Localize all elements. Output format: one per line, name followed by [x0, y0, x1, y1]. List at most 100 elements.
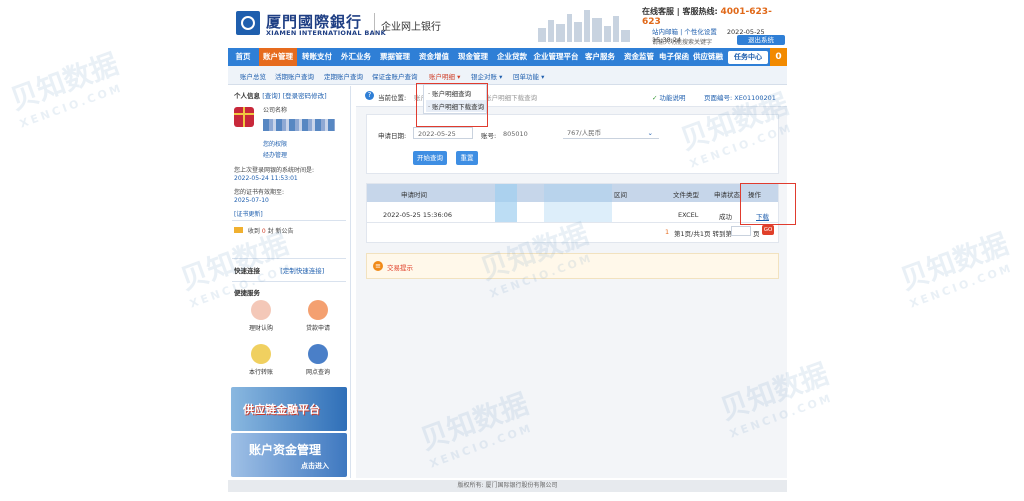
mail-notice[interactable]: 收到 0 封 新公告: [234, 226, 294, 235]
custom-quick-link[interactable]: [定制快速连接]: [280, 267, 324, 275]
apply-date-input[interactable]: 2022-05-25: [413, 127, 473, 139]
mail-prefix: 收到: [247, 228, 260, 235]
nav-fund-supervision[interactable]: 资金监管: [620, 48, 658, 66]
subnav-fixed-account[interactable]: 定期账户查询: [324, 71, 363, 81]
watermark-subtext: XENCIO.COM: [17, 81, 125, 131]
nav-loan[interactable]: 企业贷款: [493, 48, 531, 66]
col-apply-time: 申请时间: [401, 191, 427, 199]
redacted-column: [495, 184, 517, 222]
subnav-account-overview[interactable]: 账户总览: [240, 71, 266, 81]
pager-info: 第1页/共1页 转到第: [674, 230, 733, 238]
personal-info-label: 个人信息: [234, 92, 260, 100]
transaction-tip: ≡ 交易提示: [366, 253, 779, 279]
banner-title: 供应链金融平台: [243, 403, 320, 416]
company-name-redacted: [263, 119, 335, 131]
supply-chain-banner[interactable]: 供应链金融平台: [231, 387, 347, 431]
nav-home[interactable]: 首页: [228, 48, 258, 66]
service-label: 贷款申请: [305, 325, 330, 332]
hotline: 在线客服 | 客服热线: 4001-623-623: [642, 6, 787, 27]
subnav-margin-account[interactable]: 保证金账户查询: [372, 71, 418, 81]
currency-select[interactable]: 767/人民币 ⌄: [563, 127, 659, 139]
cert-update-link[interactable]: [证书更新]: [234, 209, 263, 218]
logout-button[interactable]: 退出系统: [737, 35, 785, 45]
nav-supply-chain[interactable]: 供应链融资: [690, 48, 726, 66]
cert-expiry-label: 您的证书有效期至:: [234, 189, 285, 196]
subnav-account-detail[interactable]: 账户明细 ▾: [429, 71, 460, 81]
user-permission-label: 您的权限: [263, 141, 288, 148]
result-table: 申请时间 区间 文件类型 申请状态 操作 2022-05-25 15:36:06…: [366, 183, 779, 243]
company-name-label: 公司名称: [263, 107, 288, 114]
footer: 版权所有: 厦门国际银行股份有限公司: [228, 480, 787, 492]
location-label: 当前位置:: [378, 94, 407, 102]
service-internal-transfer[interactable]: 本行转账: [233, 344, 289, 376]
pager-goto-input[interactable]: [731, 226, 751, 236]
sub-nav: 账户总览 活期账户查询 定期账户查询 保证金账户查询 账户明细 ▾ 银企对账 ▾…: [228, 66, 787, 85]
service-wealth-subscribe[interactable]: 理财认购: [233, 300, 289, 332]
account-detail-dropdown: · 账户明细查询 · 账户明细下载查询: [423, 84, 487, 114]
table-divider: [367, 222, 778, 223]
cert-expiry-date: 2025-07-10: [234, 197, 269, 204]
nav-cash[interactable]: 现金管理: [454, 48, 492, 66]
col-apply-status: 申请状态: [714, 191, 740, 199]
sidebar-divider: [232, 281, 346, 282]
watermark-subtext: XENCIO.COM: [907, 261, 1015, 311]
menu-item-detail-download-query[interactable]: · 账户明细下载查询: [426, 100, 487, 112]
money-bag-icon: [251, 300, 271, 320]
location-pin-icon: [308, 344, 328, 364]
nav-e-guarantee[interactable]: 电子保函: [659, 48, 689, 66]
start-query-button[interactable]: 开始查询: [413, 151, 447, 165]
function-search-input[interactable]: 请输入功能搜索关键字: [652, 37, 712, 46]
nav-wealth[interactable]: 资金增值: [415, 48, 453, 66]
account-label: 账号:: [481, 132, 497, 140]
main-nav: 首页 账户管理 转账支付 外汇业务 票据管理 资金增值 现金管理 企业贷款 企业…: [228, 48, 787, 66]
menu-item-detail-query[interactable]: · 账户明细查询: [428, 88, 471, 98]
subnav-reconciliation[interactable]: 银企对账 ▾: [471, 71, 502, 81]
mail-icon: [234, 227, 243, 233]
help-label: 功能说明: [659, 94, 686, 102]
nav-forex[interactable]: 外汇业务: [337, 48, 375, 66]
pager-current: 1: [665, 228, 670, 236]
watermark-text: 贝知数据: [896, 227, 1013, 297]
task-center-button[interactable]: 任务中心: [728, 51, 768, 64]
password-change-link[interactable]: [登录密码修改]: [283, 92, 327, 100]
gift-icon: [234, 107, 254, 127]
subnav-receipt[interactable]: 回单功能 ▾: [513, 71, 544, 81]
last-login-time: 2022-05-24 11:53:01: [234, 175, 298, 182]
watermark: 贝知数据XENCIO.COM: [894, 222, 1017, 310]
quick-link-label: 快速连接: [234, 267, 260, 275]
pager-go-button[interactable]: GO: [762, 225, 774, 235]
service-loan-apply[interactable]: 贷款申请: [290, 300, 346, 332]
apply-date-label: 申请日期:: [378, 132, 407, 140]
nav-account-management[interactable]: 账户管理: [259, 48, 297, 66]
page-number: 页面编号: XE01100201: [704, 94, 776, 102]
last-login-label: 您上次登录网银的系统时间是:: [234, 167, 315, 174]
sidebar: 个人信息 [查询] [登录密码修改] 公司名称 您的权限 经办管理 您上次登录网…: [228, 86, 351, 478]
top-links-text[interactable]: 站内邮箱 | 个性化设置: [652, 28, 717, 36]
nav-customer-service[interactable]: 客户服务: [581, 48, 619, 66]
reset-button[interactable]: 重置: [456, 151, 478, 165]
bank-logo-icon: [236, 11, 260, 35]
hotline-label: 在线客服 | 客服热线:: [642, 7, 718, 16]
ebank-title: 企业网上银行: [381, 22, 441, 33]
question-icon: ?: [365, 91, 374, 100]
account-fund-banner[interactable]: 账户资金管理 点击进入: [231, 433, 347, 477]
help-link[interactable]: ✓ 功能说明: [652, 92, 686, 102]
service-label: 网点查询: [305, 369, 330, 376]
banner-title: 账户资金管理: [249, 443, 322, 457]
nav-bill[interactable]: 票据管理: [376, 48, 414, 66]
nav-transfer[interactable]: 转账支付: [298, 48, 336, 66]
highlight-box-download: [740, 183, 796, 225]
account-value: 805010: [503, 130, 528, 138]
task-count-badge[interactable]: 0: [770, 48, 787, 66]
watermark: 贝知数据XENCIO.COM: [4, 42, 127, 130]
tip-label[interactable]: 交易提示: [387, 262, 413, 272]
pager-suffix: 页: [753, 230, 760, 238]
coin-icon: [308, 300, 328, 320]
nav-enterprise-platform[interactable]: 企业管理平台: [532, 48, 580, 66]
service-branch-query[interactable]: 网点查询: [290, 344, 346, 376]
mail-suffix: 封 新公告: [267, 228, 294, 235]
personal-query-link[interactable]: [查询]: [262, 92, 280, 100]
subnav-current-account[interactable]: 活期账户查询: [275, 71, 314, 81]
row-file-type: EXCEL: [678, 211, 699, 219]
service-label: 本行转账: [248, 369, 273, 376]
